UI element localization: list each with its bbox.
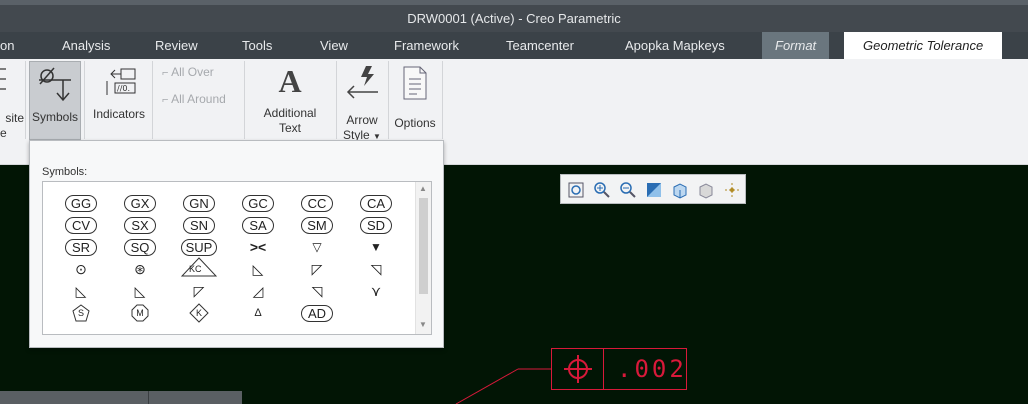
- status-divider: [148, 391, 149, 404]
- status-strip: [0, 391, 242, 404]
- position-icon: [552, 349, 604, 389]
- feature-control-frame[interactable]: .002: [551, 348, 687, 390]
- tolerance-value: .002: [617, 355, 687, 383]
- leader-line: [455, 368, 551, 404]
